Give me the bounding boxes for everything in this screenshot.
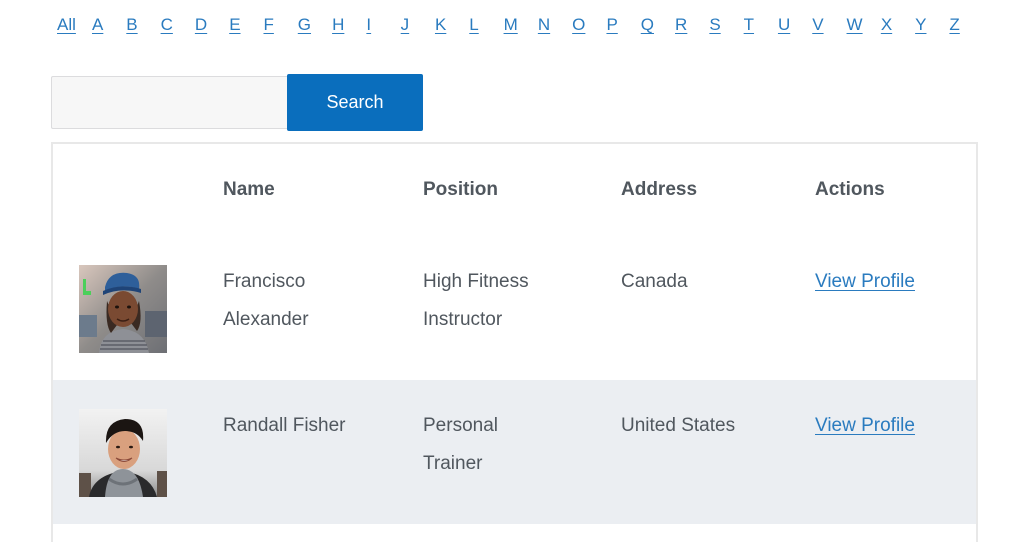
alpha-filter-i[interactable]: I xyxy=(366,15,400,35)
name-line-1: Francisco xyxy=(223,271,306,292)
photo-cell xyxy=(53,380,223,524)
alpha-filter-v[interactable]: V xyxy=(812,15,846,35)
alpha-filter-a[interactable]: A xyxy=(92,15,126,35)
directory-table-container: Name Position Address Actions Francisco … xyxy=(51,142,978,542)
alpha-filter-r[interactable]: R xyxy=(675,15,709,35)
view-profile-link[interactable]: View Profile xyxy=(815,415,915,436)
address-cell: United States xyxy=(621,380,815,524)
alpha-filter-k[interactable]: K xyxy=(435,15,469,35)
alpha-filter-l[interactable]: L xyxy=(469,15,503,35)
position-line-1: Personal xyxy=(423,415,498,436)
person-photo-icon xyxy=(79,265,167,353)
header-photo xyxy=(53,144,223,236)
alpha-filter-s[interactable]: S xyxy=(709,15,743,35)
alpha-filter-q[interactable]: Q xyxy=(641,15,675,35)
alpha-filter-c[interactable]: C xyxy=(161,15,195,35)
alpha-filter-j[interactable]: J xyxy=(401,15,435,35)
position-line-2: Instructor xyxy=(423,309,503,330)
header-address: Address xyxy=(621,179,698,200)
table-header-row: Name Position Address Actions xyxy=(53,144,976,236)
name-cell: Randall Fisher xyxy=(223,380,423,524)
directory-table: Name Position Address Actions Francisco … xyxy=(53,144,976,524)
alpha-filter-y[interactable]: Y xyxy=(915,15,949,35)
photo-cell xyxy=(53,236,223,380)
alphabet-filter-nav: All A B C D E F G H I J K L M N O P Q R … xyxy=(57,15,984,35)
position-cell: High Fitness Instructor xyxy=(423,236,621,380)
header-actions: Actions xyxy=(815,179,885,200)
alpha-filter-h[interactable]: H xyxy=(332,15,366,35)
alpha-filter-p[interactable]: P xyxy=(606,15,640,35)
position-line-2: Trainer xyxy=(423,453,483,474)
alpha-filter-b[interactable]: B xyxy=(126,15,160,35)
address-cell: Canada xyxy=(621,236,815,380)
search-input[interactable] xyxy=(51,76,287,129)
alpha-filter-x[interactable]: X xyxy=(881,15,915,35)
alpha-filter-z[interactable]: Z xyxy=(949,15,983,35)
avatar xyxy=(79,265,167,353)
alpha-filter-o[interactable]: O xyxy=(572,15,606,35)
name-cell: Francisco Alexander xyxy=(223,236,423,380)
search-form: Search xyxy=(51,74,423,131)
alpha-filter-d[interactable]: D xyxy=(195,15,229,35)
alpha-filter-f[interactable]: F xyxy=(263,15,297,35)
table-row: Francisco Alexander High Fitness Instruc… xyxy=(53,236,976,380)
view-profile-link[interactable]: View Profile xyxy=(815,271,915,292)
alpha-filter-n[interactable]: N xyxy=(538,15,572,35)
alpha-filter-all[interactable]: All xyxy=(57,15,92,35)
alpha-filter-e[interactable]: E xyxy=(229,15,263,35)
alpha-filter-g[interactable]: G xyxy=(298,15,332,35)
header-name: Name xyxy=(223,179,275,200)
alpha-filter-m[interactable]: M xyxy=(504,15,538,35)
search-button[interactable]: Search xyxy=(287,74,423,131)
position-cell: Personal Trainer xyxy=(423,380,621,524)
alpha-filter-u[interactable]: U xyxy=(778,15,812,35)
alpha-filter-w[interactable]: W xyxy=(847,15,881,35)
name-line-2: Alexander xyxy=(223,309,309,330)
actions-cell: View Profile xyxy=(815,236,976,380)
alpha-filter-t[interactable]: T xyxy=(744,15,778,35)
actions-cell: View Profile xyxy=(815,380,976,524)
header-position: Position xyxy=(423,179,498,200)
name-line-1: Randall Fisher xyxy=(223,415,346,436)
person-photo-icon xyxy=(79,409,167,497)
avatar xyxy=(79,409,167,497)
position-line-1: High Fitness xyxy=(423,271,529,292)
table-row: Randall Fisher Personal Trainer United S… xyxy=(53,380,976,524)
